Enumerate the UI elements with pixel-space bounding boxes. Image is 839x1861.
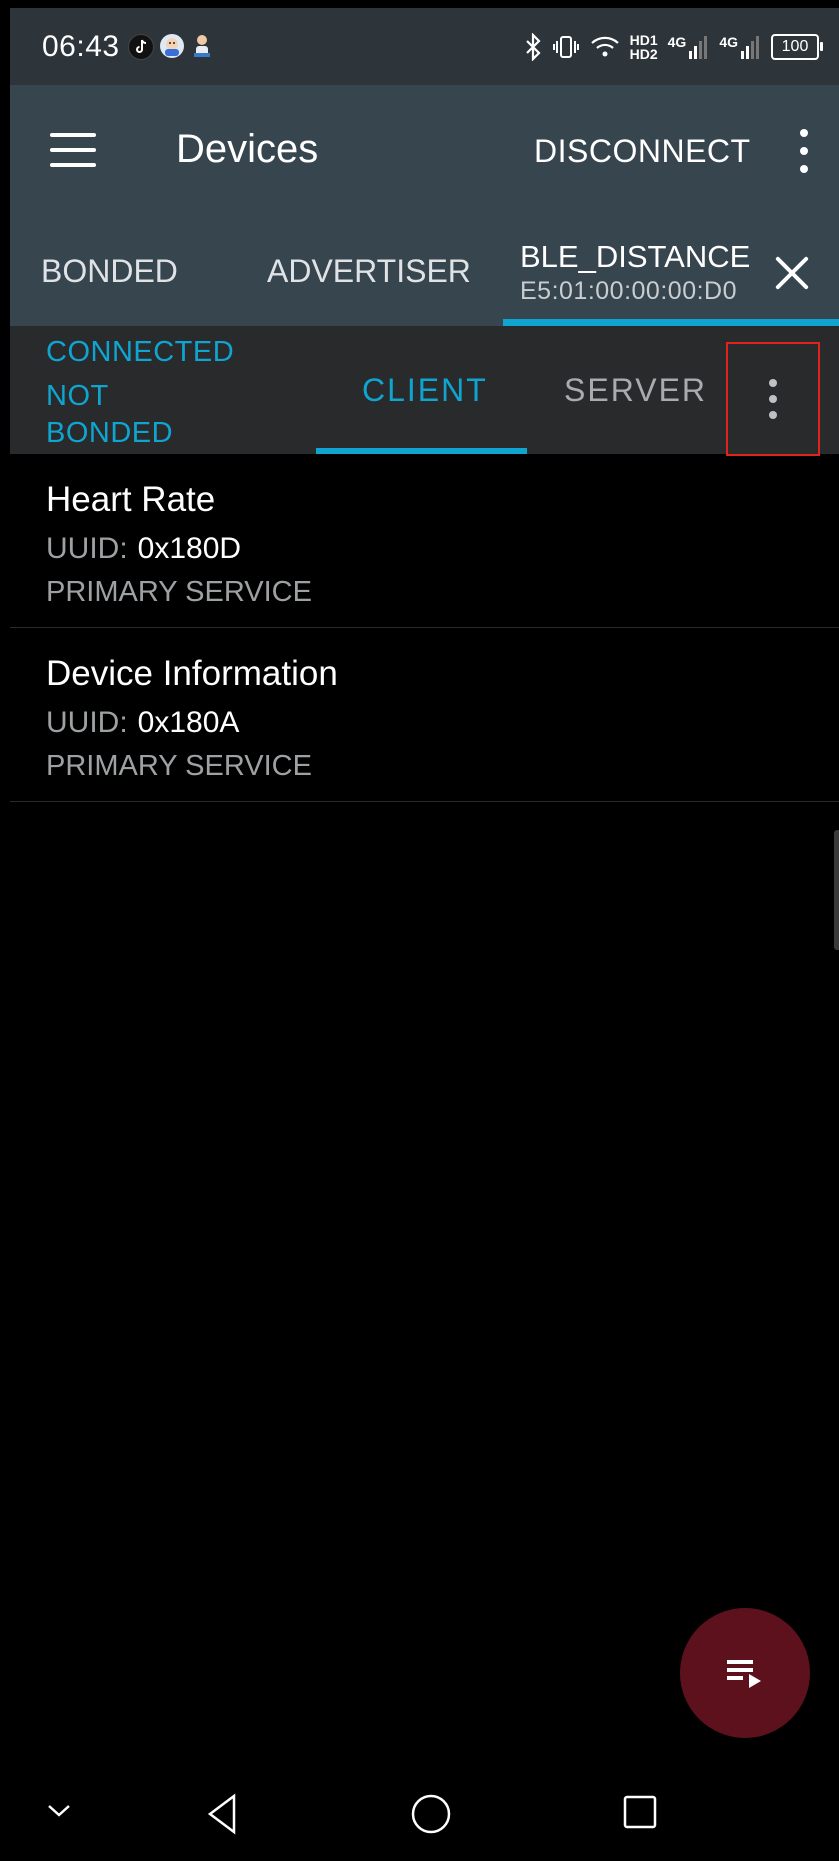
tab-indicator (503, 319, 839, 326)
disconnect-button[interactable]: DISCONNECT (534, 133, 751, 170)
back-icon[interactable] (202, 1792, 242, 1836)
more-vert-icon[interactable] (794, 129, 814, 173)
device-name: BLE_DISTANCE (520, 239, 751, 274)
connection-state: CONNECTED (46, 336, 235, 368)
device-tabs: BONDED ADVERTISER BLE_DISTANCE E5:01:00:… (10, 227, 839, 326)
service-type: PRIMARY SERVICE (46, 576, 312, 608)
wifi-icon (590, 36, 619, 56)
signal-1: 4G (668, 35, 710, 59)
vibrate-icon (552, 35, 579, 58)
device-mac: E5:01:00:00:00:D0 (520, 277, 737, 305)
service-uuid: UUID: 0x180A (46, 706, 239, 740)
battery-icon: 100 (771, 33, 823, 60)
service-name: Device Information (46, 654, 338, 693)
status-icons: HD1 HD2 4G 4G 100 (524, 8, 823, 85)
tiktok-icon (127, 33, 154, 60)
hd2-label: HD2 (629, 45, 658, 62)
uuid-label: UUID: (46, 532, 128, 565)
home-icon[interactable] (409, 1792, 453, 1836)
status-time: 06:43 (42, 29, 120, 63)
tab-advertiser[interactable]: ADVERTISER (267, 253, 471, 290)
status-bar: 06:43 HD1 HD2 4G 4G 100 (10, 8, 839, 85)
service-uuid: UUID: 0x180D (46, 532, 241, 566)
recents-icon[interactable] (620, 1792, 660, 1832)
signal-bars-icon (741, 35, 759, 59)
menu-icon[interactable] (50, 133, 96, 167)
chevron-down-icon[interactable] (46, 1802, 72, 1820)
tab-bonded[interactable]: BONDED (41, 253, 178, 290)
battery-level: 100 (781, 37, 809, 55)
hd1-label: HD1 (629, 31, 658, 48)
bluetooth-icon (525, 32, 541, 61)
service-type: PRIMARY SERVICE (46, 750, 312, 782)
uuid-label: UUID: (46, 706, 128, 739)
list-item[interactable]: Device Information UUID: 0x180A PRIMARY S… (10, 628, 839, 802)
edge-handle[interactable] (834, 830, 839, 950)
app-figure-icon (190, 34, 214, 58)
page-title: Devices (176, 127, 319, 171)
service-list: Heart Rate UUID: 0x180D PRIMARY SERVICE D… (10, 454, 839, 802)
signal-2: 4G (719, 35, 761, 59)
app-bar: Devices DISCONNECT (10, 85, 839, 227)
playlist-play-icon (727, 1660, 761, 1688)
hd-indicator: HD1 HD2 (630, 33, 658, 61)
tab-device[interactable]: BLE_DISTANCE E5:01:00:00:00:D0 (520, 239, 750, 306)
log-fab-button[interactable] (680, 1608, 810, 1738)
client-server-bar: CONNECTED NOT BONDED CLIENT SERVER (10, 326, 839, 456)
screen: 06:43 HD1 HD2 4G 4G 100 Devices DISCONNE… (0, 0, 839, 1861)
system-nav-bar (10, 1770, 839, 1861)
tab-client[interactable]: CLIENT (362, 372, 488, 409)
uuid-value: 0x180D (137, 532, 242, 565)
tab-server[interactable]: SERVER (564, 372, 707, 409)
list-item[interactable]: Heart Rate UUID: 0x180D PRIMARY SERVICE (10, 454, 839, 628)
network-type-1: 4G (667, 33, 687, 50)
signal-bars-icon (689, 35, 708, 59)
service-name: Heart Rate (46, 480, 216, 519)
network-type-2: 4G (719, 33, 738, 50)
client-more-vert-icon[interactable] (726, 342, 820, 456)
uuid-value: 0x180A (137, 706, 240, 739)
app-avatar-icon (159, 33, 184, 58)
close-icon[interactable] (772, 253, 812, 293)
notification-icons (127, 33, 214, 60)
bond-state: NOT BONDED (46, 380, 174, 449)
